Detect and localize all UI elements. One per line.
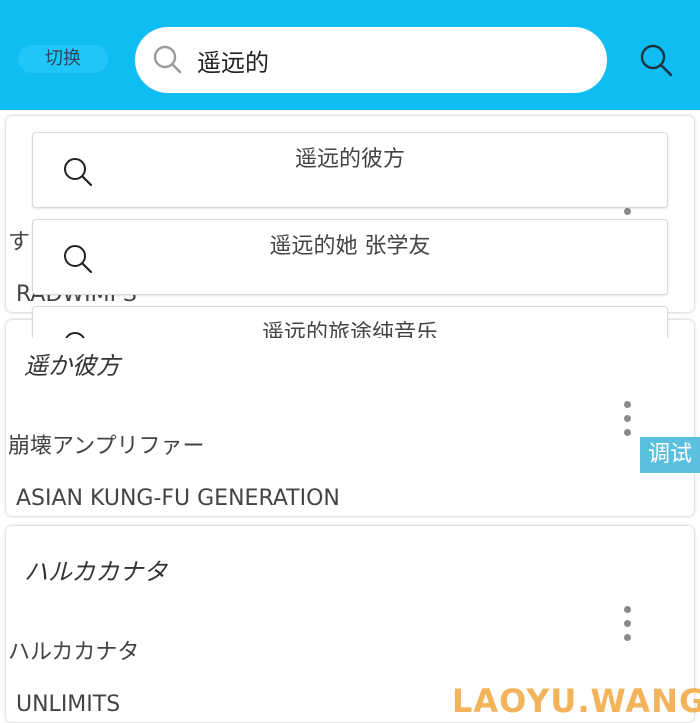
suggestion-item[interactable]: 遥远的旅途纯音乐: [32, 306, 668, 338]
header-bar: 切换: [0, 0, 700, 110]
search-box[interactable]: [135, 27, 607, 93]
suggestion-label: 遥远的旅途纯音乐: [261, 321, 438, 338]
result-artist: UNLIMITS: [16, 692, 121, 717]
debug-tag[interactable]: 调试: [640, 437, 700, 473]
watermark: LAOYU.WANG: [452, 682, 700, 720]
result-song: 崩壊アンプリファー: [8, 434, 205, 459]
suggestion-item[interactable]: 遥远的她 张学友: [32, 219, 668, 295]
suggestion-dropdown: 遥远的彼方 遥远的她 张学友 遥远的旅途纯音乐: [0, 110, 700, 338]
suggestion-label: 遥远的彼方: [294, 147, 405, 172]
switch-button[interactable]: 切换: [17, 44, 109, 74]
suggestion-item[interactable]: 遥远的彼方: [32, 132, 668, 208]
more-vertical-icon[interactable]: [622, 606, 632, 650]
result-artist: ASIAN KUNG-FU GENERATION: [16, 486, 340, 511]
result-card[interactable]: 遥か彼方 崩壊アンプリファー ASIAN KUNG-FU GENERATION: [6, 320, 694, 516]
search-icon[interactable]: [638, 42, 674, 78]
result-title: 遥か彼方: [24, 352, 120, 380]
result-title: ハルカカナタ: [24, 558, 168, 586]
more-vertical-icon[interactable]: [622, 401, 632, 445]
result-song: ハルカカナタ: [8, 640, 140, 665]
search-icon: [153, 45, 182, 74]
search-input[interactable]: [197, 40, 577, 80]
suggestion-label: 遥远的她 张学友: [269, 234, 431, 259]
